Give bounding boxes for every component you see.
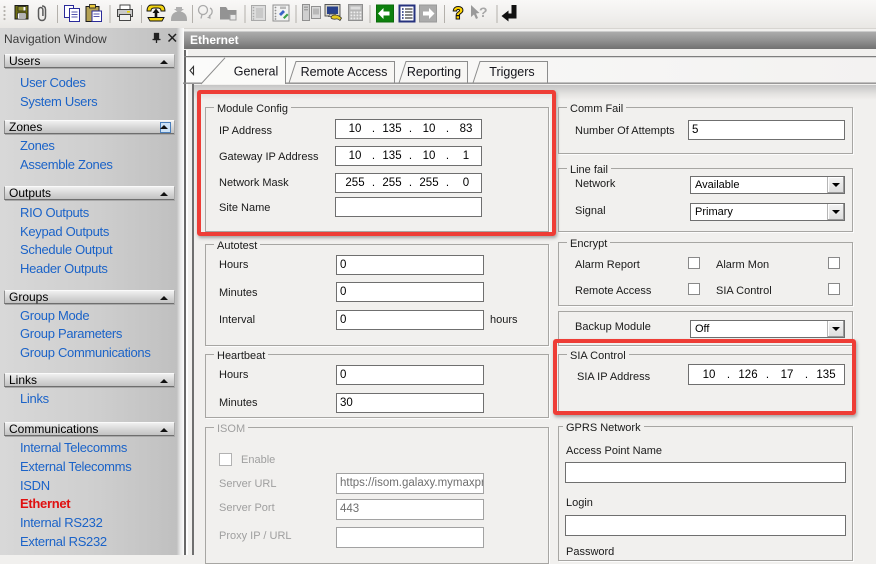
svg-text:Remote Access: Remote Access: [301, 65, 388, 79]
svg-text:?: ?: [453, 4, 463, 23]
svg-text:?: ?: [479, 4, 488, 20]
svg-text:Triggers: Triggers: [489, 65, 534, 79]
svg-text:General: General: [234, 65, 278, 79]
svg-text:Reporting: Reporting: [407, 65, 461, 79]
